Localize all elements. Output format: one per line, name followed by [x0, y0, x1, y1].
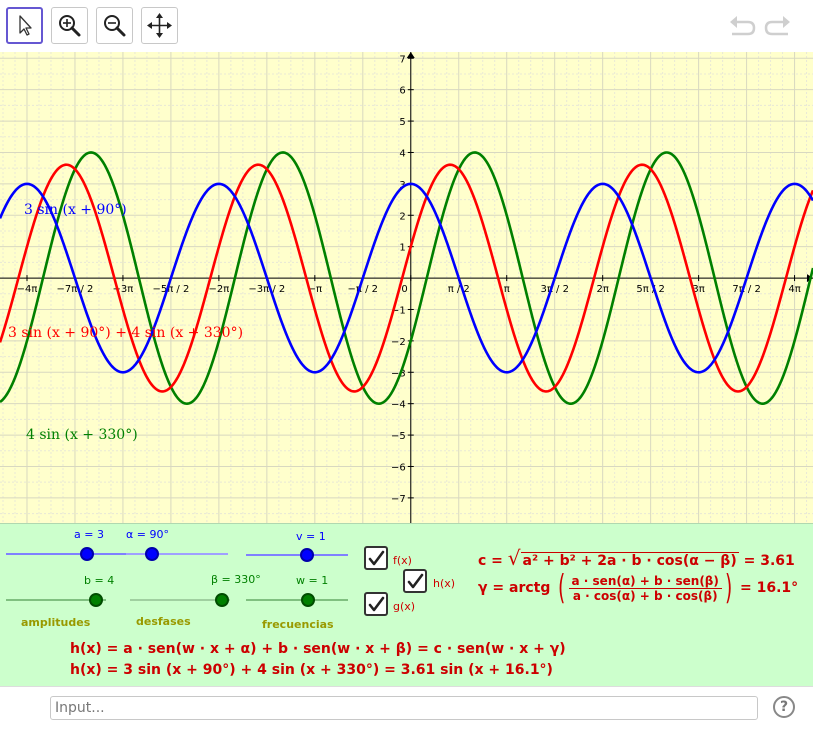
x-tick-label: −4π — [17, 284, 38, 295]
slider-alpha-label: α = 90° — [126, 528, 169, 541]
zoom-out-tool-button[interactable] — [96, 7, 133, 44]
y-tick-label: 5 — [399, 117, 405, 128]
c-radicand: a² + b² + 2a · b · cos(α − β) — [520, 552, 739, 569]
y-tick-label: −4 — [391, 400, 406, 411]
slider-beta-label: β = 330° — [211, 573, 261, 586]
zoom-out-icon — [104, 15, 126, 37]
x-tick-label: 2π — [596, 284, 608, 295]
x-tick-label: −7π / 2 — [57, 284, 94, 295]
redo-icon[interactable] — [763, 12, 793, 40]
c-formula: c = √ a² + b² + 2a · b · cos(α − β) = 3.6… — [478, 546, 795, 570]
h-label[interactable]: 3 sin (x + 90°) + 4 sin (x + 330°) — [8, 325, 243, 341]
sqrt-sign: √ — [507, 546, 521, 570]
f-checkbox[interactable] — [364, 546, 388, 570]
zoom-in-tool-button[interactable] — [51, 7, 88, 44]
x-tick-label: 3π / 2 — [540, 284, 568, 295]
x-tick-label: −π / 2 — [348, 284, 379, 295]
undo-icon[interactable] — [727, 12, 757, 40]
g-checkbox[interactable] — [364, 592, 388, 616]
slider-v-label: v = 1 — [296, 530, 326, 543]
g-label[interactable]: 4 sin (x + 330°) — [26, 427, 138, 443]
x-tick-label: π — [504, 284, 510, 295]
help-button[interactable]: ? — [773, 696, 795, 718]
slider-w-label: w = 1 — [296, 574, 329, 587]
control-panel: a = 3 α = 90° v = 1 b = 4 β = 330° w = 1… — [0, 523, 813, 686]
y-tick-label: 4 — [399, 148, 405, 159]
input-bar: ? — [0, 686, 813, 732]
slider-alpha-handle[interactable] — [145, 547, 159, 561]
slider-b-label: b = 4 — [84, 574, 115, 587]
desfases-label: desfases — [136, 615, 191, 628]
slider-a-label: a = 3 — [74, 528, 104, 541]
x-tick-label: −5π / 2 — [152, 284, 189, 295]
gamma-rhs: = 16.1° — [740, 580, 799, 596]
slider-v-track[interactable] — [246, 554, 348, 556]
checkmark-icon — [368, 550, 385, 566]
move-arrows-icon — [147, 13, 172, 38]
y-tick-label: 1 — [399, 243, 405, 254]
zoom-in-icon — [59, 15, 81, 37]
h-numeric-formula: h(x) = 3 sin (x + 90°) + 4 sin (x + 330°… — [70, 662, 553, 678]
gamma-denominator: a · cos(α) + b · cos(β) — [572, 588, 718, 603]
x-tick-label: −3π / 2 — [248, 284, 285, 295]
y-tick-label: −2 — [391, 337, 406, 348]
h-checkbox[interactable] — [403, 569, 427, 593]
x-tick-label: −2π — [208, 284, 229, 295]
gamma-fraction: a · sen(α) + b · sen(β) a · cos(α) + b · … — [568, 574, 722, 603]
h-checkbox-label[interactable]: h(x) — [433, 577, 455, 590]
y-tick-label: −7 — [391, 494, 406, 505]
gamma-lhs: γ = arctg — [478, 580, 551, 596]
gamma-formula: γ = arctg (a · sen(α) + b · sen(β) a · co… — [478, 571, 798, 605]
move-tool-button[interactable] — [6, 7, 43, 44]
toolbar — [0, 0, 813, 53]
slider-beta-handle[interactable] — [215, 593, 229, 607]
x-tick-label: 7π / 2 — [732, 284, 760, 295]
left-paren: ( — [558, 568, 566, 608]
checkmark-icon — [407, 573, 424, 589]
y-tick-label: −5 — [391, 431, 406, 442]
frecuencias-label: frecuencias — [262, 618, 334, 631]
f-checkbox-label[interactable]: f(x) — [393, 554, 412, 567]
checkmark-icon — [368, 596, 385, 612]
x-tick-label: 5π / 2 — [636, 284, 664, 295]
h-general-formula: h(x) = a · sen(w · x + α) + b · sen(w · … — [70, 641, 566, 657]
x-tick-label: π / 2 — [448, 284, 470, 295]
graph-canvas[interactable]: −4π −7π / 2 −3π −5π / 2 −2π −3π / 2 −π −π / 20π… — [0, 52, 813, 523]
f-label[interactable]: 3 sin (x + 90°) — [24, 202, 127, 218]
y-tick-label: 2 — [399, 211, 405, 222]
arrow-cursor-icon — [19, 15, 32, 36]
algebra-input[interactable] — [50, 696, 758, 720]
slider-v-handle[interactable] — [300, 548, 314, 562]
pan-tool-button[interactable] — [141, 7, 178, 44]
amplitudes-label: amplitudes — [21, 616, 91, 629]
y-tick-label: −6 — [391, 462, 406, 473]
g-checkbox-label[interactable]: g(x) — [393, 600, 415, 613]
help-icon: ? — [779, 699, 789, 715]
gamma-numerator: a · sen(α) + b · sen(β) — [568, 574, 722, 589]
slider-a-handle[interactable] — [80, 547, 94, 561]
c-rhs: = 3.61 — [743, 553, 795, 569]
graphics-view[interactable]: −4π −7π / 2 −3π −5π / 2 −2π −3π / 2 −π −π / 20π… — [0, 52, 813, 523]
x-tick-label: 4π — [788, 284, 800, 295]
slider-alpha-track[interactable] — [126, 553, 228, 555]
slider-w-track[interactable] — [246, 599, 348, 601]
slider-b-handle[interactable] — [89, 593, 103, 607]
c-lhs: c = — [478, 553, 503, 569]
right-paren: ) — [724, 568, 733, 608]
slider-a-track[interactable] — [6, 553, 134, 555]
y-tick-label: 7 — [399, 54, 405, 65]
slider-w-handle[interactable] — [301, 593, 315, 607]
x-tick-label: 0 — [401, 284, 407, 295]
y-tick-label: 6 — [399, 86, 405, 97]
